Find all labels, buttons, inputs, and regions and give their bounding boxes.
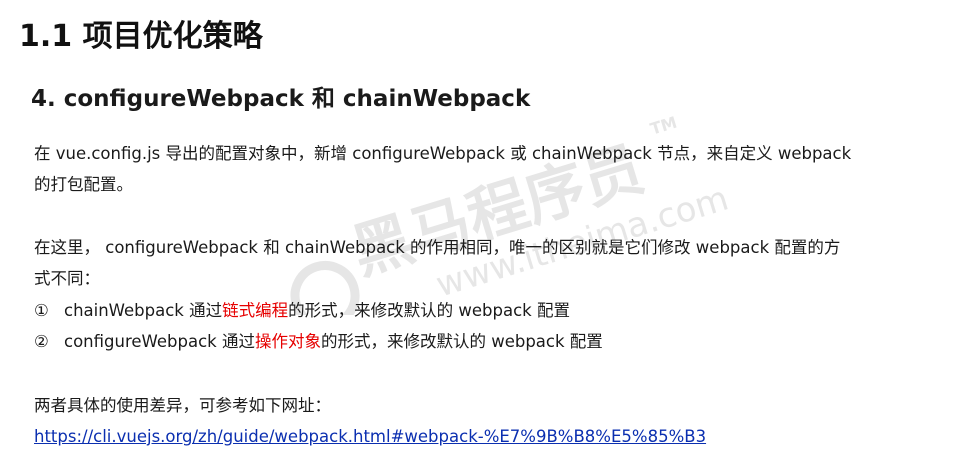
section-heading: 4. configureWebpack 和 chainWebpack xyxy=(31,86,531,112)
list-item-text: 的形式，来修改默认的 webpack 配置 xyxy=(320,332,603,351)
paragraph-2-line-1: 在这里， configureWebpack 和 chainWebpack 的作用… xyxy=(34,238,841,257)
list-item-text: configureWebpack 通过 xyxy=(64,332,255,351)
list-item: ① chainWebpack 通过链式编程的形式，来修改默认的 webpack 配… xyxy=(34,296,570,326)
watermark-tm: TM xyxy=(648,115,679,139)
list-item-text: chainWebpack 通过 xyxy=(64,301,223,320)
paragraph-3: 两者具体的使用差异，可参考如下网址： xyxy=(34,396,331,415)
highlight-text: 链式编程 xyxy=(222,301,289,320)
paragraph-1-line-1: 在 vue.config.js 导出的配置对象中，新增 configureWeb… xyxy=(34,144,852,163)
list-marker: ① xyxy=(34,301,49,320)
reference-link[interactable]: https://cli.vuejs.org/zh/guide/webpack.h… xyxy=(34,427,706,446)
paragraph-1-line-2: 的打包配置。 xyxy=(34,175,133,194)
paragraph-2-line-2: 式不同： xyxy=(34,269,100,288)
highlight-text: 操作对象 xyxy=(254,332,321,351)
list-marker: ② xyxy=(34,332,49,351)
page-title: 1.1 项目优化策略 xyxy=(19,19,263,54)
link-line: https://cli.vuejs.org/zh/guide/webpack.h… xyxy=(34,422,706,452)
list-item-text: 的形式，来修改默认的 webpack 配置 xyxy=(288,301,570,320)
list-item: ② configureWebpack 通过操作对象的形式，来修改默认的 webpa… xyxy=(34,327,603,357)
